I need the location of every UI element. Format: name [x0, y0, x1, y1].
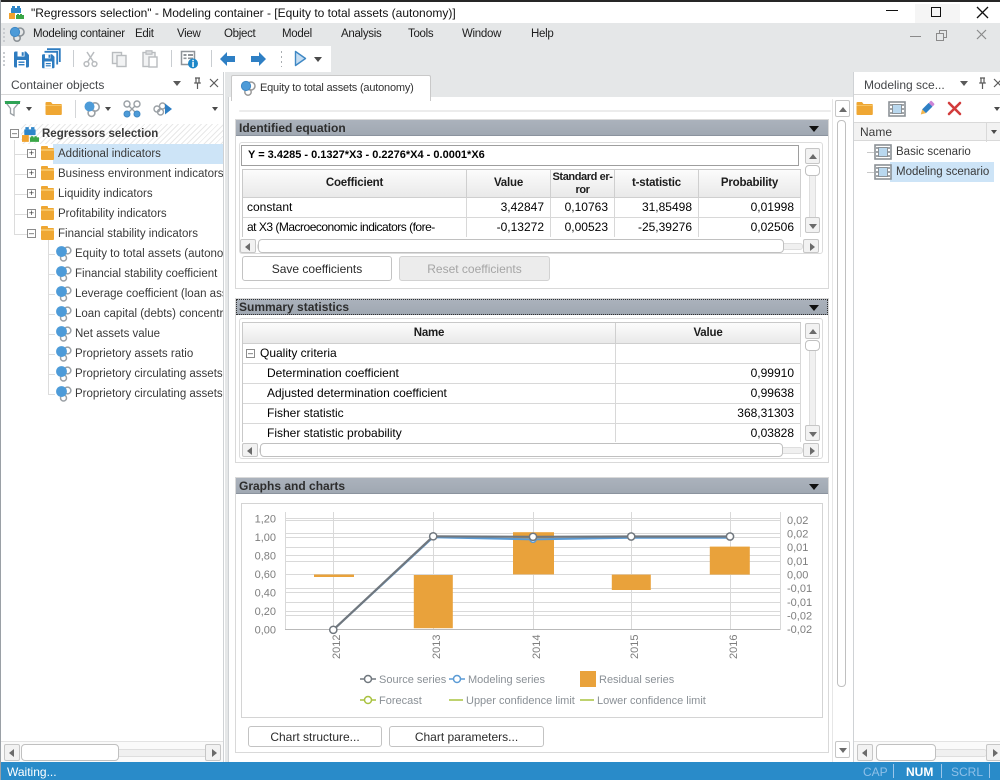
svg-text:1,00: 1,00	[255, 532, 276, 544]
svg-text:Residual series: Residual series	[599, 674, 675, 686]
svg-text:2012: 2012	[331, 635, 343, 659]
svg-text:2013: 2013	[431, 635, 443, 659]
svg-text:0,01: 0,01	[787, 556, 808, 568]
svg-text:2016: 2016	[728, 635, 740, 659]
svg-text:Forecast: Forecast	[379, 695, 422, 707]
svg-text:0,02: 0,02	[787, 515, 808, 527]
svg-text:-0,02: -0,02	[787, 611, 812, 623]
svg-text:0,60: 0,60	[255, 569, 276, 581]
svg-text:0,00: 0,00	[787, 570, 808, 582]
svg-text:0,40: 0,40	[255, 588, 276, 600]
svg-text:Source series: Source series	[379, 674, 447, 686]
svg-text:0,20: 0,20	[255, 606, 276, 618]
svg-text:0,02: 0,02	[787, 529, 808, 541]
svg-text:0,01: 0,01	[787, 542, 808, 554]
svg-text:0,80: 0,80	[255, 551, 276, 563]
svg-text:2014: 2014	[531, 635, 543, 659]
svg-text:-0,01: -0,01	[787, 597, 812, 609]
svg-text:Lower confidence limit: Lower confidence limit	[597, 695, 706, 707]
svg-text:-0,01: -0,01	[787, 583, 812, 595]
svg-text:-0,02: -0,02	[787, 624, 812, 636]
svg-text:2015: 2015	[629, 635, 641, 659]
svg-text:0,00: 0,00	[255, 625, 276, 637]
svg-text:Modeling series: Modeling series	[468, 674, 546, 686]
svg-text:1,20: 1,20	[255, 514, 276, 526]
svg-text:Upper confidence limit: Upper confidence limit	[466, 695, 575, 707]
